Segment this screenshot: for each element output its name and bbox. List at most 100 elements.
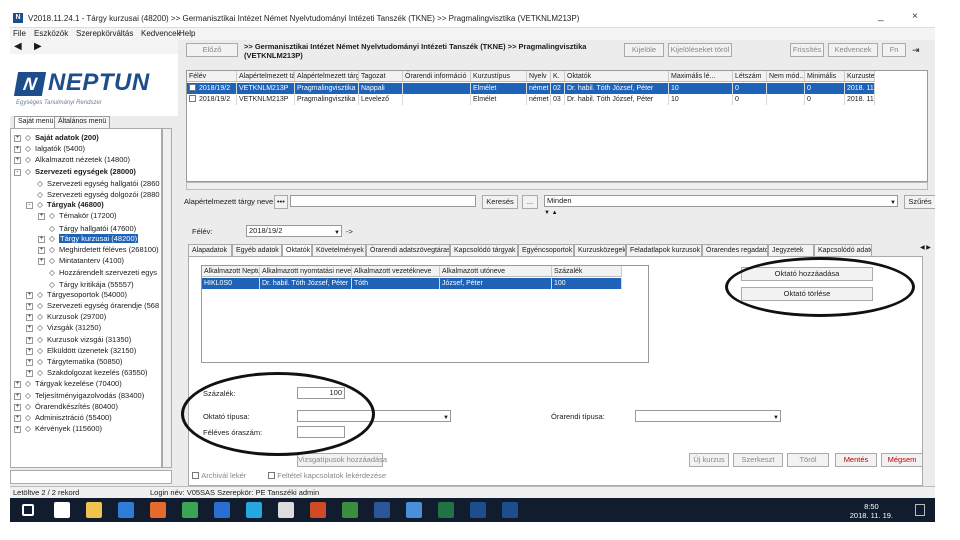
tree-item[interactable]: + ◇ Elküldött üzenetek (32150) [26, 346, 136, 356]
expand-icon[interactable]: + [14, 415, 21, 422]
taskbar-clock[interactable]: 8:50 2018. 11. 19. [850, 502, 893, 520]
forward-nav-icon[interactable]: ▶ [34, 41, 42, 52]
expand-icon[interactable]: + [14, 403, 21, 411]
tab[interactable]: Alapadatok [188, 244, 232, 256]
menu-role-switch[interactable]: Szerepkörváltás [76, 29, 133, 38]
semester-arrow[interactable]: -> [346, 227, 353, 236]
expand-icon[interactable]: + [26, 370, 33, 378]
class-type-select[interactable]: ▼ [635, 410, 781, 422]
menu-tools[interactable]: Eszközök [34, 29, 68, 38]
close-button[interactable]: × [912, 11, 918, 22]
table-row[interactable]: 2018/19/2 VETKNLM213P Pragmalingvisztika Le… [187, 94, 875, 105]
tree-item[interactable]: + ◇ Tárgy kurzusai (48200) [38, 233, 139, 244]
column-header[interactable]: Létszám [733, 71, 767, 82]
tree-item[interactable]: + ◇ Kurzusok (29700) [26, 312, 106, 322]
row-checkbox[interactable] [189, 95, 196, 102]
tab[interactable]: Egyéncsoportok [518, 244, 574, 256]
tree-item[interactable]: + ◇ Tárgytematika (50850) [26, 357, 122, 367]
expand-icon[interactable]: + [14, 157, 21, 165]
tab[interactable]: Követelmények [312, 244, 366, 256]
delete-button[interactable]: Töröl [787, 453, 829, 467]
hidden-checkbox-row[interactable]: Feltétel kapcsolatok lekérdezése [268, 471, 386, 480]
tree-item[interactable]: ◇ Szervezeti egység dolgozói (2880 [26, 189, 159, 199]
dots-button[interactable]: ... [522, 195, 538, 209]
archive-checkbox-row[interactable]: Archivál lekér [192, 471, 246, 480]
column-header[interactable]: Minimális [805, 71, 845, 82]
cancel-button[interactable]: Mégsem [881, 453, 923, 467]
tree-item[interactable]: + ◇ Teljesítményigazolvodás (83400) [14, 391, 144, 401]
help-button[interactable]: Fn [882, 43, 906, 57]
tree-item[interactable]: + ◇ Saját adatok (200) [14, 133, 99, 143]
row-checkbox[interactable] [189, 84, 196, 91]
filter-combo[interactable]: Minden ▼ [544, 195, 898, 207]
column-header[interactable]: Tagozat [359, 71, 403, 82]
tree-item[interactable]: + ◇ Szervezeti egység órarendje (568 [26, 301, 159, 311]
table-row[interactable]: 2018/19/2 VETKNLM213P Pragmalingvisztika Na… [187, 83, 875, 94]
tree-item[interactable]: + ◇ Tárgyesoportok (54000) [26, 290, 127, 300]
column-header[interactable]: Alkalmazott vezetékneve [352, 266, 440, 277]
menu-favorites[interactable]: Kedvencek [141, 29, 181, 38]
tree-item[interactable]: + ◇ Szakdolgozat kezelés (63550) [26, 368, 147, 378]
tab-own-menu[interactable]: Saját menü [14, 116, 58, 128]
expand-icon[interactable]: + [38, 213, 45, 221]
excel-icon[interactable] [438, 502, 454, 518]
column-header[interactable]: Maximális lé... [669, 71, 733, 82]
refresh-button[interactable]: Frissítés [790, 43, 824, 57]
tree-item[interactable]: + ◇ Ialgatók (5400) [14, 144, 85, 154]
minimize-button[interactable]: _ [878, 11, 884, 22]
expand-icon[interactable]: + [26, 291, 33, 299]
hidden-checkbox[interactable] [268, 472, 275, 479]
tree-item[interactable]: - ◇ Tárgyak (46800) [26, 200, 104, 210]
tab[interactable]: Feladatlapok kurzusok [626, 244, 702, 256]
tab[interactable]: Órarendes regadatok [702, 244, 768, 256]
column-header[interactable]: Nem mód... [767, 71, 805, 82]
file-explorer-icon[interactable] [86, 502, 102, 518]
column-header[interactable]: K. [551, 71, 565, 82]
column-header[interactable]: Nyelv [527, 71, 551, 82]
expand-icon[interactable]: + [14, 146, 21, 154]
expand-icon[interactable]: + [26, 314, 33, 322]
file-icon[interactable] [278, 502, 294, 518]
tree-item[interactable]: - ◇ Szervezeti egységek (28000) [14, 167, 136, 177]
tree-item[interactable]: ◇ Tárgy kritikája (55557) [38, 279, 134, 289]
column-header[interactable]: Alkalmazott Neptu... [202, 266, 260, 277]
expand-icon[interactable]: + [26, 325, 33, 333]
start-icon[interactable] [22, 504, 34, 516]
tree-item[interactable]: + ◇ Témakör (17200) [38, 211, 117, 221]
column-header[interactable]: Félév [187, 71, 237, 82]
edit-button[interactable]: Szerkeszt [733, 453, 783, 467]
edge-icon[interactable] [118, 502, 134, 518]
expand-icon[interactable]: + [38, 258, 45, 266]
tree-item[interactable]: ◇ Hozzárendelt szervezeti egys [38, 267, 157, 277]
expand-icon[interactable]: + [38, 235, 45, 243]
tree-item[interactable]: + ◇ Kérvények (115600) [14, 424, 102, 434]
tree-item[interactable]: + ◇ Vizsgák (31250) [26, 323, 101, 333]
collapse-icon[interactable]: - [14, 168, 21, 176]
expand-icon[interactable]: + [14, 392, 21, 400]
neptun-icon-2[interactable] [502, 502, 518, 518]
notification-icon[interactable] [915, 504, 925, 516]
expand-icon[interactable]: + [14, 135, 21, 142]
search-input[interactable] [290, 195, 476, 207]
tab[interactable]: Jegyzetek [768, 244, 814, 256]
collapse-icon[interactable]: - [26, 202, 33, 210]
expand-icon[interactable]: + [14, 381, 21, 389]
print-button[interactable]: Kijelöle [624, 43, 664, 57]
splitter-arrows-icon[interactable]: ▼ ▲ [544, 210, 558, 216]
semester-select[interactable]: 2018/19/2 ▼ [246, 225, 342, 237]
horizontal-scrollbar[interactable] [10, 470, 172, 484]
tab[interactable]: Kapcsolódó tárgyak [450, 244, 518, 256]
export-icon[interactable]: ⇥ [912, 45, 920, 56]
column-header[interactable]: Kurzuste [845, 71, 875, 82]
tree-item[interactable]: + ◇ Adminisztráció (55400) [14, 413, 112, 423]
back-button[interactable]: Előző [186, 43, 238, 57]
firefox-icon[interactable] [150, 502, 166, 518]
tree-item[interactable]: ◇ Tárgy hallgatói (47600) [38, 223, 136, 233]
neptun-icon[interactable] [470, 502, 486, 518]
column-header[interactable]: Kurzustípus [471, 71, 527, 82]
favorites-button[interactable]: Kedvencek [828, 43, 878, 57]
exam-types-button[interactable]: Vizsgatípusok hozzáadása [297, 453, 387, 467]
column-header[interactable]: Alkalmazott nyomtatási neve [260, 266, 352, 277]
column-header[interactable]: Oktatók [565, 71, 669, 82]
tree-item[interactable]: + ◇ Mintatanterv (4100) [38, 256, 124, 266]
